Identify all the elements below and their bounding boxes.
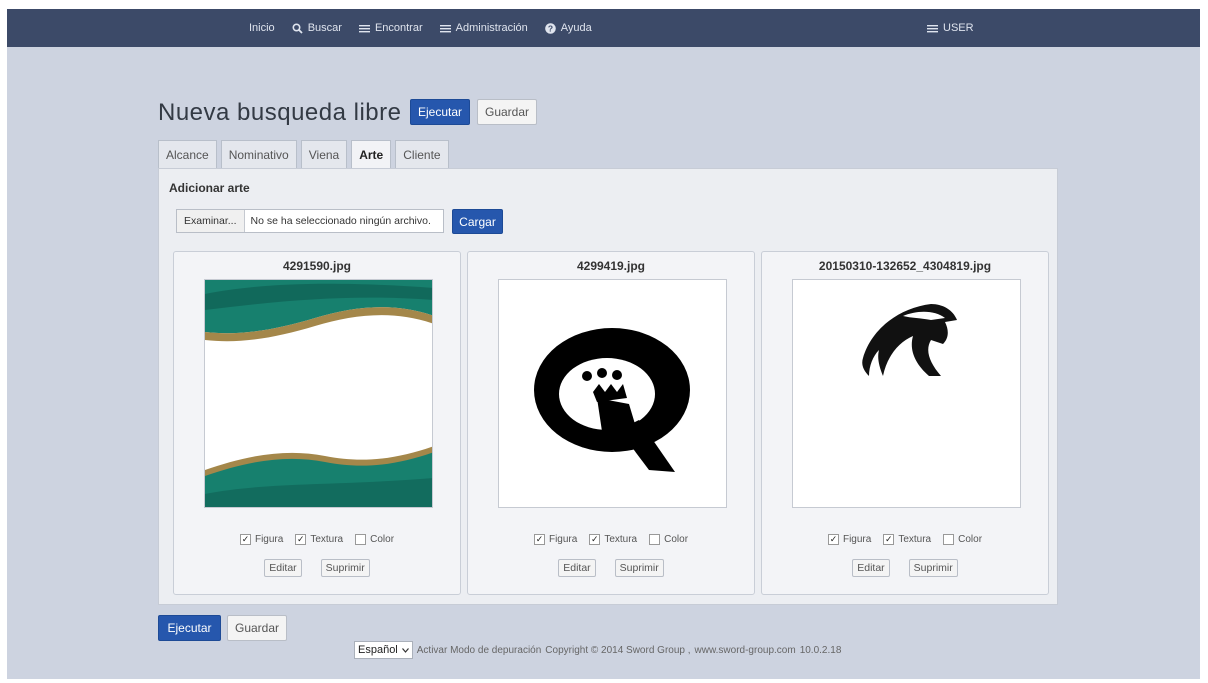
upload-button[interactable]: Cargar xyxy=(452,209,503,234)
menu-icon xyxy=(927,23,938,34)
figura-label: Figura xyxy=(842,534,872,545)
tab-alcance[interactable]: Alcance xyxy=(158,140,217,168)
art-filename: 4291590.jpg xyxy=(282,259,352,273)
tab-viena[interactable]: Viena xyxy=(300,140,348,168)
nav-inicio-label: Inicio xyxy=(249,22,275,34)
art-options: ✓ Figura ✓ Textura Color xyxy=(468,534,754,545)
browse-button[interactable]: Examinar... xyxy=(177,210,245,232)
art-thumbnail-green-wave-banner xyxy=(204,279,433,508)
color-checkbox[interactable]: Color xyxy=(355,534,394,545)
art-filename: 4299419.jpg xyxy=(576,259,646,273)
edit-button[interactable]: Editar xyxy=(558,559,596,577)
checkbox-checked-icon: ✓ xyxy=(589,534,601,545)
checkbox-empty-icon xyxy=(943,534,955,545)
language-value: Español xyxy=(358,644,398,656)
nav-encontrar-label: Encontrar xyxy=(374,22,423,34)
tab-arte[interactable]: Arte xyxy=(351,140,392,169)
version-text: 10.0.2.18 xyxy=(799,644,842,656)
tab-cliente[interactable]: Cliente xyxy=(395,140,449,168)
execute-button-bottom[interactable]: Ejecutar xyxy=(158,615,221,641)
art-card-actions: Editar Suprimir xyxy=(468,559,754,577)
menu-icon xyxy=(439,23,451,34)
figura-label: Figura xyxy=(548,534,578,545)
nav-encontrar[interactable]: Encontrar xyxy=(358,22,423,34)
color-checkbox[interactable]: Color xyxy=(649,534,688,545)
svg-text:?: ? xyxy=(548,23,553,33)
art-panel: Adicionar arte Examinar... No se ha sele… xyxy=(158,168,1058,605)
delete-button[interactable]: Suprimir xyxy=(614,559,664,577)
add-art-heading: Adicionar arte xyxy=(169,181,250,195)
sword-group-link[interactable]: www.sword-group.com xyxy=(695,645,796,656)
search-tabs: Alcance Nominativo Viena Arte Cliente xyxy=(158,140,449,169)
user-name: USER xyxy=(943,22,974,34)
search-icon xyxy=(292,22,303,34)
execute-button[interactable]: Ejecutar xyxy=(410,99,470,125)
art-card-list: 4291590.jpg ✓ Figura ✓ Textura Color Edi… xyxy=(173,251,1053,595)
textura-checkbox[interactable]: ✓ Textura xyxy=(589,534,637,545)
color-label: Color xyxy=(958,534,983,545)
delete-button[interactable]: Suprimir xyxy=(320,559,370,577)
art-card-actions: Editar Suprimir xyxy=(762,559,1048,577)
textura-label: Textura xyxy=(898,534,932,545)
delete-button[interactable]: Suprimir xyxy=(908,559,958,577)
art-options: ✓ Figura ✓ Textura Color xyxy=(762,534,1048,545)
language-select[interactable]: Español xyxy=(354,641,413,659)
art-thumbnail-eagle-head-logo xyxy=(792,279,1021,508)
textura-checkbox[interactable]: ✓ Textura xyxy=(883,534,931,545)
art-card: 4299419.jpg ✓ Figura ✓ Textura Color Edi… xyxy=(467,251,755,595)
debug-mode-link[interactable]: Activar Modo de depuración xyxy=(417,645,542,656)
page-title: Nueva busqueda libre xyxy=(158,99,402,126)
chevron-down-icon xyxy=(401,644,409,656)
checkbox-checked-icon: ✓ xyxy=(533,534,545,545)
figura-label: Figura xyxy=(254,534,284,545)
user-menu[interactable]: USER xyxy=(927,9,974,47)
textura-checkbox[interactable]: ✓ Textura xyxy=(295,534,343,545)
nav-administracion[interactable]: Administración xyxy=(439,22,528,34)
figura-checkbox[interactable]: ✓ Figura xyxy=(827,534,872,545)
figura-checkbox[interactable]: ✓ Figura xyxy=(239,534,284,545)
nav-administracion-label: Administración xyxy=(455,22,528,34)
art-filename: 20150310-132652_4304819.jpg xyxy=(818,259,992,273)
checkbox-checked-icon: ✓ xyxy=(239,534,251,545)
save-button-bottom[interactable]: Guardar xyxy=(227,615,287,641)
textura-label: Textura xyxy=(604,534,638,545)
nav-buscar-label: Buscar xyxy=(307,22,342,34)
color-checkbox[interactable]: Color xyxy=(943,534,982,545)
footer: Español Activar Modo de depuración Copyr… xyxy=(354,640,841,660)
main-nav: Inicio Buscar Encontrar Administración ?… xyxy=(249,9,592,47)
checkbox-checked-icon: ✓ xyxy=(883,534,895,545)
nav-ayuda[interactable]: ? Ayuda xyxy=(544,22,592,34)
help-icon: ? xyxy=(544,22,556,34)
app-frame: Inicio Buscar Encontrar Administración ?… xyxy=(7,9,1200,679)
save-button[interactable]: Guardar xyxy=(477,99,537,125)
menu-icon xyxy=(358,23,370,34)
art-card-actions: Editar Suprimir xyxy=(174,559,460,577)
art-card: 4291590.jpg ✓ Figura ✓ Textura Color Edi… xyxy=(173,251,461,595)
figura-checkbox[interactable]: ✓ Figura xyxy=(533,534,578,545)
checkbox-empty-icon xyxy=(355,534,367,545)
color-label: Color xyxy=(664,534,689,545)
nav-inicio[interactable]: Inicio xyxy=(249,22,275,34)
copyright-text: Copyright © 2014 Sword Group , xyxy=(545,644,691,656)
art-thumbnail-q-crown-logo xyxy=(498,279,727,508)
checkbox-empty-icon xyxy=(649,534,661,545)
file-status-text: No se ha seleccionado ningún archivo. xyxy=(250,215,431,227)
tab-nominativo[interactable]: Nominativo xyxy=(220,140,297,168)
art-options: ✓ Figura ✓ Textura Color xyxy=(174,534,460,545)
top-navbar: Inicio Buscar Encontrar Administración ?… xyxy=(7,9,1200,47)
nav-ayuda-label: Ayuda xyxy=(560,22,592,34)
checkbox-checked-icon: ✓ xyxy=(295,534,307,545)
color-label: Color xyxy=(370,534,395,545)
nav-buscar[interactable]: Buscar xyxy=(292,22,342,34)
textura-label: Textura xyxy=(310,534,344,545)
edit-button[interactable]: Editar xyxy=(264,559,302,577)
file-upload-field[interactable]: Examinar... No se ha seleccionado ningún… xyxy=(176,209,444,233)
art-card: 20150310-132652_4304819.jpg ✓ Figura ✓ Tex… xyxy=(761,251,1049,595)
checkbox-checked-icon: ✓ xyxy=(827,534,839,545)
edit-button[interactable]: Editar xyxy=(852,559,890,577)
